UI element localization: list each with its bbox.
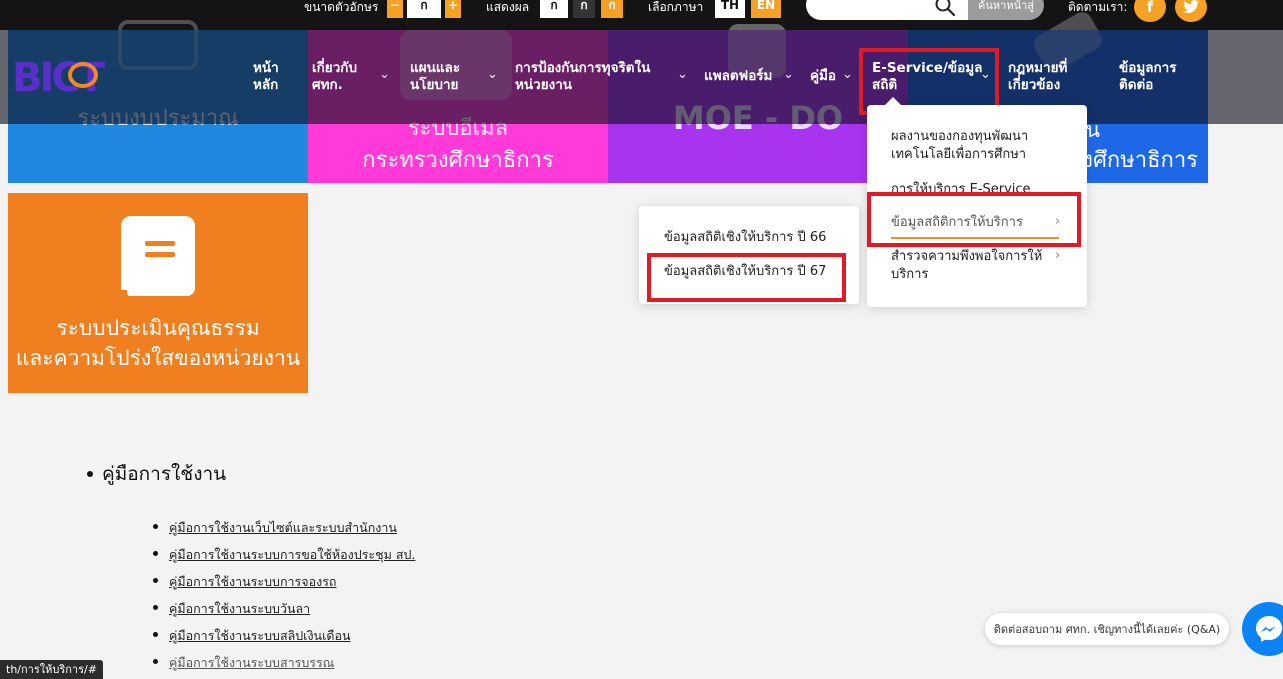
tile-email-line2: กระทรวงศึกษาธิการ [362,148,554,174]
search-button[interactable]: ค้นหาหน้าสู่ [968,0,1044,20]
facebook-icon[interactable]: f [1134,0,1166,22]
font-normal-button[interactable]: ก [407,0,441,18]
dropdown-caret-icon [885,97,901,105]
nav-about[interactable]: เกี่ยวกับ ศทก. [312,60,357,94]
manual-link-car-booking[interactable]: คู่มือการใช้งานระบบการจองรถ [169,572,336,592]
list-bullet [153,524,158,529]
nav-laws[interactable]: กฎหมายที่ เกี่ยวข้อง [1008,60,1067,94]
highlight-statistics [867,192,1081,247]
nav-laws-label: กฎหมายที่ เกี่ยวข้อง [1008,60,1068,93]
highlight-year-67 [647,253,846,302]
tile-ita-assessment[interactable]: ระบบประเมินคุณธรรม และความโปร่งใสของหน่ว… [8,193,308,393]
logo-mark-icon [68,62,98,88]
tile-ita-line1: ระบบประเมินคุณธรรม [56,316,260,340]
manual-heading: คู่มือการใช้งาน [102,463,227,485]
font-increase-button[interactable]: + [445,0,461,18]
chevron-down-icon: ⌄ [379,67,390,82]
nav-home[interactable]: หน้า หลัก [253,60,279,94]
manual-link-website[interactable]: คู่มือการใช้งานเว็บไซต์และระบบสำนักงาน [169,518,397,538]
search-icon [935,0,956,17]
nav-contact-label: ข้อมูลการ ติดต่อ [1119,60,1177,93]
chevron-down-icon: ⌄ [487,67,498,82]
manual-link-saraban[interactable]: คู่มือการใช้งานระบบสารบรรณ [169,653,334,673]
manual-link-payslip[interactable]: คู่มือการใช้งานระบบสลิปเงินเดือน [169,626,351,646]
list-bullet [153,659,158,664]
nav-anticorruption-label: การป้องกันการทุจริตใน หน่วยงาน [515,60,651,93]
nav-manual[interactable]: คู่มือ [810,68,836,85]
nav-about-label: เกี่ยวกับ ศทก. [312,60,358,93]
chevron-down-icon: ⌄ [677,67,688,82]
chevron-down-icon: ⌄ [842,67,853,82]
display-white-button[interactable]: ก [540,0,568,18]
status-url-bar: th/การให้บริการ/# [0,660,103,679]
twitter-bird-icon [1183,0,1199,13]
nav-plans[interactable]: แผนและ นโยบาย [410,60,460,94]
book-icon [121,216,195,302]
display-mode-label: แสดงผล [486,0,530,14]
tile-ita-line2: และความโปร่งใสของหน่วยงาน [15,346,301,371]
chevron-right-icon: › [1055,248,1061,263]
chevron-down-icon: ⌄ [783,67,794,82]
nav-platform[interactable]: แพลตฟอร์ม [704,68,772,85]
font-size-label: ขนาดตัวอักษร [304,0,379,14]
list-bullet [153,578,158,583]
nav-anticorruption[interactable]: การป้องกันการทุจริตใน หน่วยงาน [515,60,650,94]
manual-link-leave[interactable]: คู่มือการใช้งานระบบวันลา [169,599,310,619]
messenger-icon [1256,616,1282,642]
list-bullet [153,632,158,637]
display-orange-button[interactable]: ก [601,0,623,18]
dropdown-item-edtech-fund[interactable]: ผลงานของกองทุนพัฒนา เทคโนโลยีเพื่อการศึก… [891,128,1028,164]
submenu-item-year-66[interactable]: ข้อมูลสถิติเชิงให้บริการ ปี 66 [664,229,826,247]
lang-th-button[interactable]: TH [715,0,745,18]
twitter-icon[interactable] [1175,0,1207,22]
chat-prompt-bubble[interactable]: ติดต่อสอบถาม ศทก. เชิญทางนี้ได้เลยค่ะ (Q… [985,613,1229,645]
lang-en-button[interactable]: EN [751,0,781,18]
language-label: เลือกภาษา [648,0,704,14]
nav-platform-label: แพลตฟอร์ม [704,68,773,84]
heading-bullet [87,471,93,477]
list-bullet [153,551,158,556]
dropdown-item-satisfaction[interactable]: สำรวจความพึงพอใจการให้ บริการ [891,248,1042,284]
display-dark-button[interactable]: ก [573,0,595,18]
nav-manual-label: คู่มือ [810,68,837,84]
nav-home-label: หน้า หลัก [253,60,279,93]
list-bullet [153,605,158,610]
search-input[interactable] [806,0,968,20]
nav-contact[interactable]: ข้อมูลการ ติดต่อ [1119,60,1177,94]
font-decrease-button[interactable]: − [387,0,403,18]
messenger-chat-button[interactable] [1242,602,1283,656]
manual-link-meeting-room[interactable]: คู่มือการใช้งานระบบการขอใช้ห้องประชุม สป… [169,545,415,565]
nav-plans-label: แผนและ นโยบาย [410,60,461,93]
tile-learning-line2: วงศึกษาธิการ [1069,148,1198,174]
